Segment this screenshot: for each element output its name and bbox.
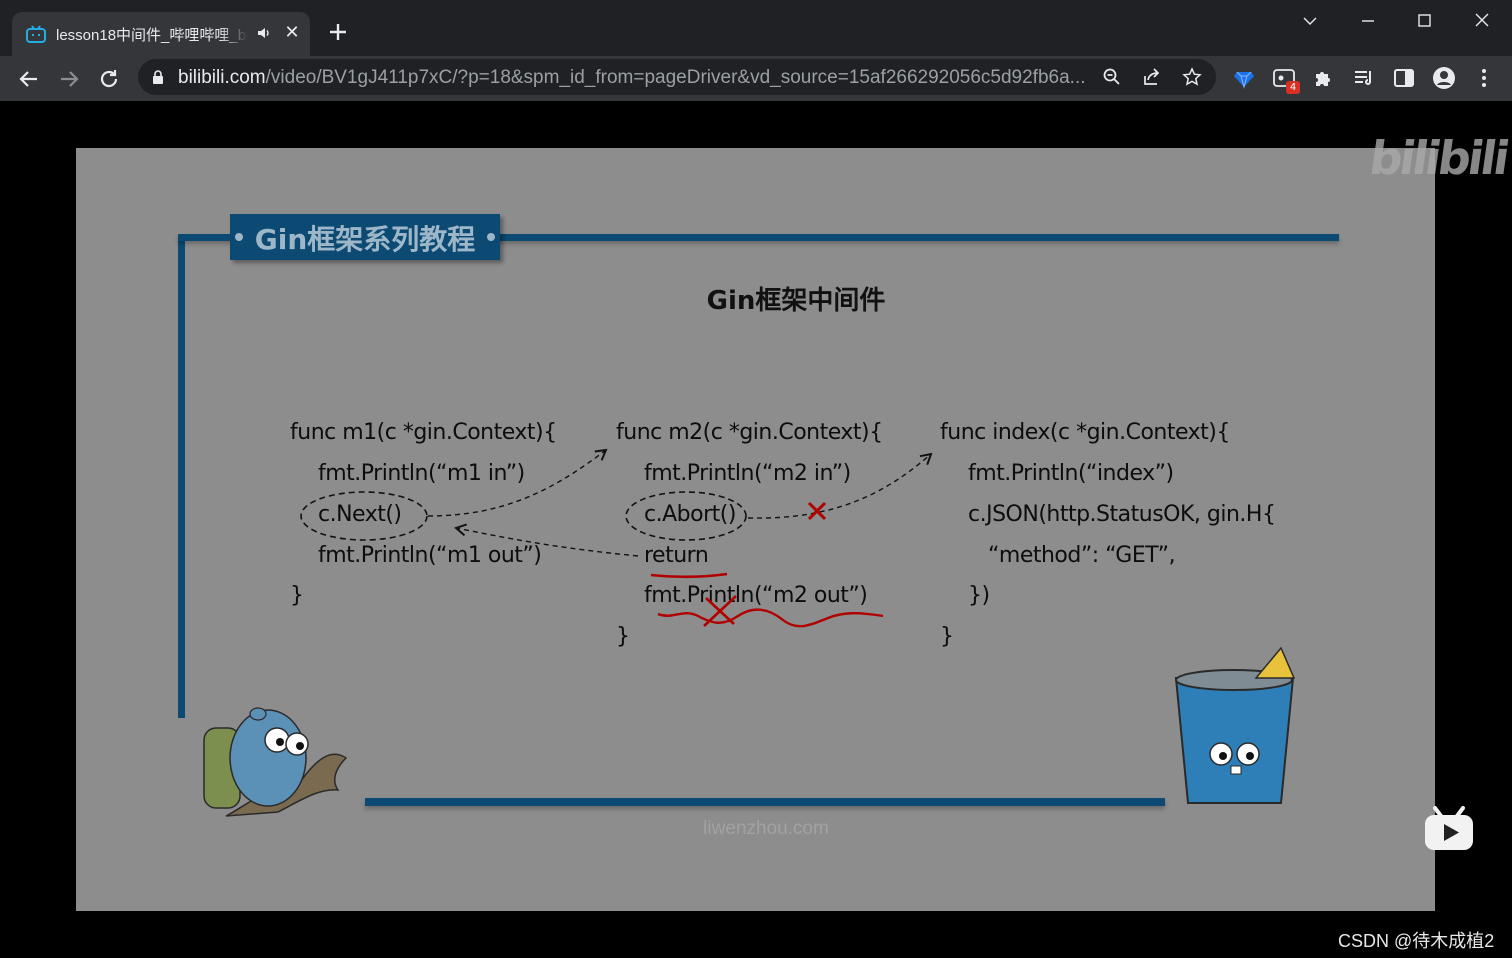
play-icon[interactable] [1423,806,1475,852]
browser-titlebar: lesson18中间件_哔哩哔哩_bilibili ✕ [0,0,1512,56]
maximize-icon[interactable] [1404,8,1444,36]
skipped-squiggle [657,608,884,628]
speaker-icon[interactable] [256,25,272,41]
next-dashed-oval [300,491,428,541]
share-icon[interactable] [1142,67,1162,87]
gopher-glass-illustration [1174,646,1296,804]
tab-search-chevron-icon[interactable] [1290,8,1330,36]
url-path: /video/BV1gJ411p7xC/?p=18&spm_id_from=pa… [265,67,1086,88]
flow-annotations [203,448,1296,817]
url-text[interactable]: bilibili.com/video/BV1gJ411p7xC/?p=18&sp… [178,67,1086,89]
video-frame-slide: Gin框架系列教程 Gin框架中间件 func m1(c *gin.Contex… [76,148,1435,911]
address-bar[interactable]: bilibili.com/video/BV1gJ411p7xC/?p=18&sp… [138,59,1216,95]
browser-tab[interactable]: lesson18中间件_哔哩哔哩_bilibili ✕ [12,12,310,56]
gem-extension-icon[interactable] [1232,66,1256,90]
tab-title: lesson18中间件_哔哩哔哩_bilibili [56,27,248,44]
more-menu-icon[interactable] [1472,66,1496,90]
skipped-x-mark [703,595,737,627]
new-tab-icon[interactable] [326,20,350,44]
profile-avatar-icon[interactable] [1432,66,1456,90]
extension-badge-count: 4 [1286,81,1300,94]
url-host: bilibili.com [178,67,266,88]
reading-list-icon[interactable] [1352,66,1376,90]
zoom-icon[interactable] [1102,67,1122,87]
bilibili-favicon-icon [26,25,46,43]
side-panel-icon[interactable] [1392,66,1416,90]
minimize-icon[interactable] [1348,8,1388,36]
close-window-icon[interactable] [1462,8,1502,36]
gopher-hiker-illustration [203,707,348,817]
browser-toolbar: bilibili.com/video/BV1gJ411p7xC/?p=18&sp… [0,56,1512,101]
video-player[interactable]: Gin框架系列教程 Gin框架中间件 func m1(c *gin.Contex… [0,101,1512,958]
tab-close-icon[interactable]: ✕ [282,23,302,43]
abort-to-index-arrow [747,452,933,519]
abort-dashed-oval [625,491,747,541]
reload-icon[interactable] [96,66,122,92]
return-to-m1-arrow [454,523,639,557]
next-to-m2-arrow [427,448,608,517]
back-arrow-icon[interactable] [16,66,42,92]
puzzle-extensions-icon[interactable] [1312,66,1336,90]
return-underline [650,572,728,579]
site-watermark: liwenzhou.com [703,818,829,839]
lock-icon[interactable] [152,70,164,84]
bilibili-logo: bilibili [1366,131,1511,185]
extension-with-badge[interactable]: 4 [1272,66,1300,94]
bookmark-star-icon[interactable] [1182,67,1202,87]
forward-arrow-icon[interactable] [56,66,82,92]
csdn-watermark: CSDN @待木成植2 [1338,931,1495,951]
